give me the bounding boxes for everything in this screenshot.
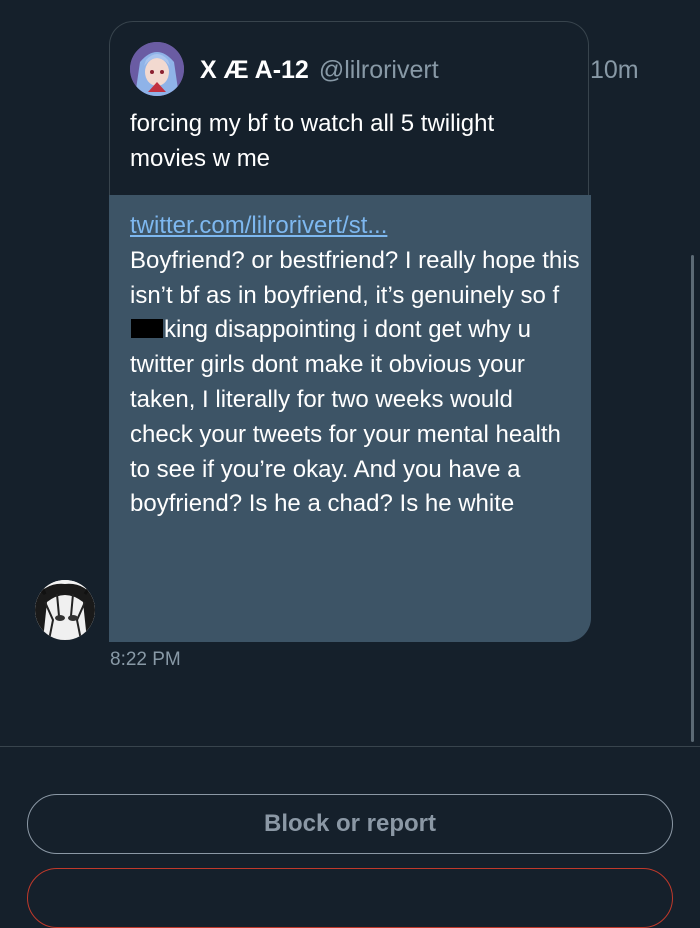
quoted-author-avatar: [130, 42, 184, 96]
quoted-handle: @lilrorivert: [318, 56, 439, 84]
message-text: twitter.com/lilrorivert/st... Boyfriend?…: [130, 209, 580, 522]
redaction-box: [131, 319, 163, 339]
quoted-tweet-card[interactable]: X Æ A-12 @lilrorivert 10m forcing my bf …: [109, 21, 639, 195]
tweet-link[interactable]: twitter.com/lilrorivert/st...: [130, 209, 580, 244]
delete-conversation-button[interactable]: [27, 868, 673, 928]
message-bubble: twitter.com/lilrorivert/st... Boyfriend?…: [109, 195, 591, 642]
block-or-report-button[interactable]: Block or report: [27, 794, 673, 854]
message-text-part-1: Boyfriend? or bestfriend? I really hope …: [130, 246, 580, 309]
quoted-time: 10m: [590, 56, 639, 84]
quoted-tweet-text: forcing my bf to watch all 5 twilight mo…: [130, 110, 495, 172]
message-text-part-2: king disappointing i dont get why u twit…: [130, 316, 561, 518]
scrollbar[interactable]: [691, 255, 694, 742]
sender-avatar[interactable]: [35, 580, 95, 640]
message-timestamp: 8:22 PM: [110, 649, 181, 670]
quoted-tweet-header: X Æ A-12 @lilrorivert 10m: [200, 56, 639, 85]
quoted-display-name: X Æ A-12: [200, 56, 309, 84]
footer-divider: [0, 746, 700, 747]
